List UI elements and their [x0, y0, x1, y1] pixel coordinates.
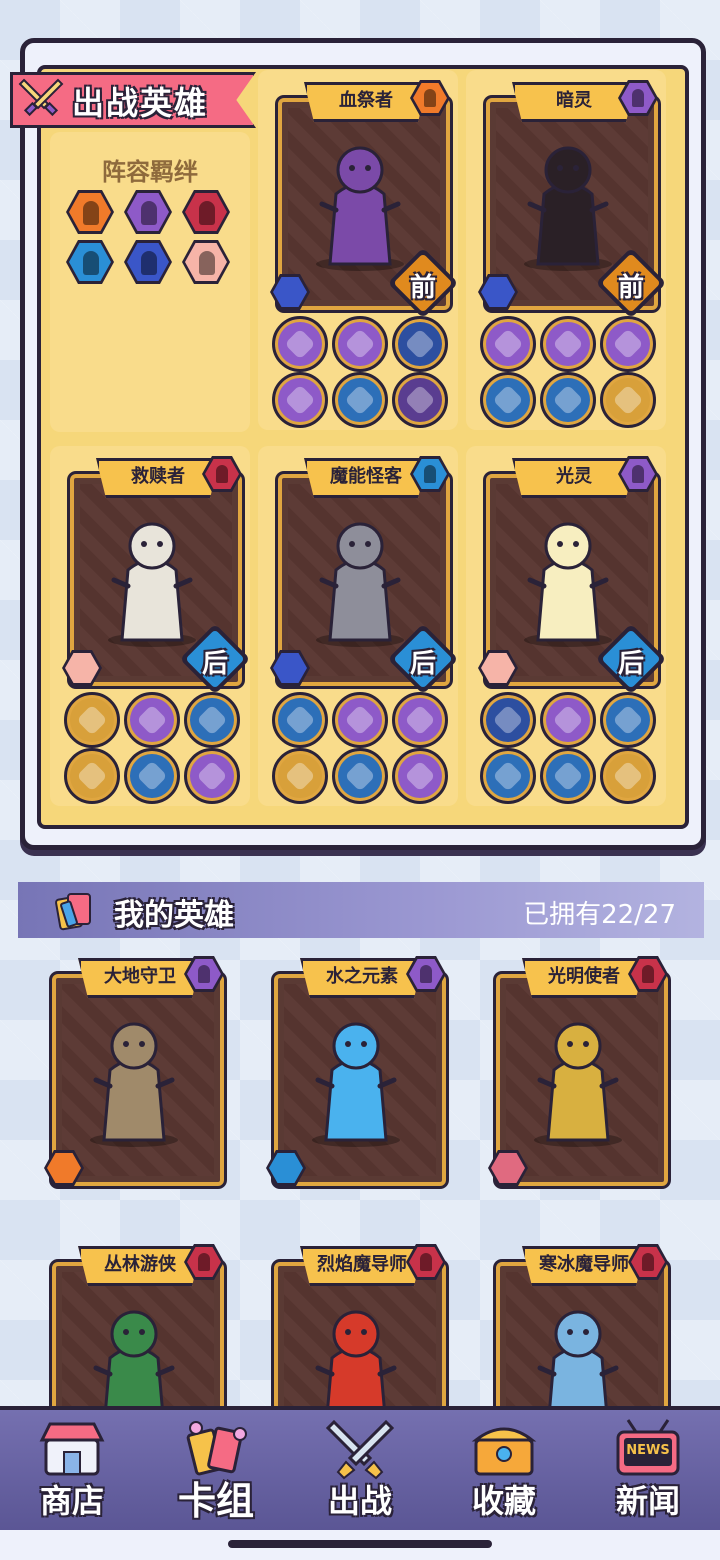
spell-scroll-icon[interactable] [332, 316, 388, 372]
purple-hand-icon[interactable] [272, 316, 328, 372]
hero-card[interactable]: 救赎者后 [62, 456, 251, 695]
red-demon-icon[interactable] [392, 316, 448, 372]
dark-cloak-icon[interactable] [600, 372, 656, 428]
treasure-chest-icon [471, 1427, 537, 1476]
hero-card[interactable]: 光明使者 [488, 956, 668, 1186]
hero-name: 光明使者 [522, 958, 646, 998]
nav-label: 卡组 [177, 1479, 254, 1523]
blood-priest-art [316, 146, 404, 271]
water-elemental-art [312, 1022, 400, 1147]
red-heart-icon[interactable] [480, 692, 536, 748]
hero-card[interactable]: 光灵后 [478, 456, 667, 695]
stone-fist-icon[interactable] [480, 748, 536, 804]
gold-shield-icon[interactable] [540, 692, 596, 748]
deployed-title: 出战英雄 [72, 84, 209, 122]
hero-name: 暗灵 [512, 82, 636, 122]
position-label: 后 [617, 649, 644, 679]
position-label: 前 [409, 273, 436, 303]
light-spirit-art [524, 522, 612, 647]
light-burst-icon[interactable] [600, 748, 656, 804]
golden-idol-icon[interactable] [540, 316, 596, 372]
hero-name: 烈焰魔导师 [300, 1246, 424, 1286]
hero-name: 魔能怪客 [304, 458, 428, 498]
arcane-robot-art [316, 522, 404, 647]
home-indicator[interactable] [228, 1540, 492, 1548]
golden-idol-icon[interactable] [272, 372, 328, 428]
nav-label: 新闻 [615, 1482, 680, 1520]
hero-card[interactable]: 血祭者前 [270, 80, 459, 319]
position-label: 前 [617, 273, 644, 303]
nav-label: 商店 [39, 1482, 104, 1520]
nav-shop[interactable]: 商店 [12, 1410, 132, 1526]
nav-battle-swords[interactable]: 出战 [300, 1410, 420, 1526]
hero-card[interactable]: 魔能怪客后 [270, 456, 459, 695]
golden-idol-icon[interactable] [332, 692, 388, 748]
hero-name: 寒冰魔导师 [522, 1246, 646, 1286]
shop-icon [39, 1422, 105, 1476]
lineup-bond-title: 阵容羁绊 [102, 158, 198, 186]
my-heroes-title: 我的英雄 [114, 898, 234, 933]
hero-name: 血祭者 [304, 82, 428, 122]
nav-label: 收藏 [471, 1482, 536, 1520]
hero-card[interactable]: 水之元素 [266, 956, 446, 1186]
shadow-wraith-art [524, 146, 612, 271]
spell-scroll-icon[interactable] [480, 316, 536, 372]
crossed-swords-icon [18, 78, 64, 117]
hero-card[interactable]: 大地守卫 [44, 956, 224, 1186]
gold-wand-icon[interactable] [184, 748, 240, 804]
holy-cross-icon[interactable] [600, 692, 656, 748]
steel-plate-icon[interactable] [332, 748, 388, 804]
purple-gauntlet-icon[interactable] [392, 748, 448, 804]
hero-name: 光灵 [512, 458, 636, 498]
purple-hand-icon[interactable] [392, 692, 448, 748]
nav-label: 出战 [327, 1482, 392, 1520]
golden-angel-icon[interactable] [124, 748, 180, 804]
owned-count: 已拥有22/27 [523, 900, 676, 930]
news-badge-text: NEWS [626, 1443, 670, 1458]
redeemer-art [108, 522, 196, 647]
earth-guardian-art [90, 1022, 178, 1147]
purple-hand-icon[interactable] [480, 372, 536, 428]
robot-head-icon[interactable] [272, 692, 328, 748]
rune-stone-icon[interactable] [332, 372, 388, 428]
position-label: 后 [201, 649, 228, 679]
cards-icon [55, 893, 91, 931]
golden-vortex-icon[interactable] [64, 692, 120, 748]
hero-name: 大地守卫 [78, 958, 202, 998]
position-label: 后 [409, 649, 436, 679]
light-knight-art [534, 1022, 622, 1147]
hero-card[interactable]: 暗灵前 [478, 80, 667, 319]
lion-crest-icon[interactable] [64, 748, 120, 804]
dark-orb-icon[interactable] [392, 372, 448, 428]
hero-name: 水之元素 [300, 958, 424, 998]
gold-crystal-icon[interactable] [540, 748, 596, 804]
lightning-totem-icon[interactable] [600, 316, 656, 372]
music-book-icon[interactable] [124, 692, 180, 748]
hero-name: 救赎者 [96, 458, 220, 498]
hero-name: 丛林游侠 [78, 1246, 202, 1286]
battle-swords-icon [326, 1419, 394, 1480]
nav-news-tv[interactable]: NEWS 新闻 [588, 1410, 708, 1526]
blue-gems-icon[interactable] [184, 692, 240, 748]
gold-crystal-icon[interactable] [540, 372, 596, 428]
nav-treasure-chest[interactable]: 收藏 [444, 1410, 564, 1526]
nav-deck[interactable]: 卡组 [156, 1410, 276, 1526]
golden-tome-icon[interactable] [272, 748, 328, 804]
